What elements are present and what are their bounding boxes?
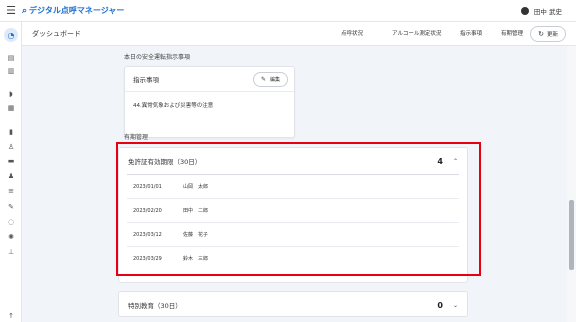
instructions-card-title: 指示事項 bbox=[133, 76, 159, 84]
pencil-icon: ✎ bbox=[260, 76, 266, 83]
report-icon[interactable]: ▥ bbox=[7, 67, 15, 75]
chat-icon[interactable]: ◌ bbox=[7, 218, 15, 226]
special-education-count: 0 bbox=[437, 300, 443, 310]
edit-button[interactable]: ✎ 編集 bbox=[252, 72, 288, 87]
instructions-section-title: 本日の安全運転指示事項 bbox=[124, 54, 191, 61]
page-title: ダッシュボード bbox=[32, 29, 81, 38]
scrollbar[interactable] bbox=[567, 46, 576, 322]
top-bar: ☰ ⌕ デジタル点呼マネージャー 田中 武史 bbox=[0, 0, 576, 22]
sidebar: ◔ ▤ ▥ ◗ ▦ ▮ ♙ ▬ ♟ ≡ ✎ ◌ ✺ ⊥ ↑ bbox=[0, 22, 22, 322]
nav-alcohol-status[interactable]: アルコール測定状況 bbox=[392, 29, 441, 37]
period-section-title: 有期管理 bbox=[124, 134, 149, 141]
refresh-label: 更新 bbox=[546, 32, 558, 38]
brand-logo[interactable]: ⌕ デジタル点呼マネージャー bbox=[22, 5, 124, 16]
vehicle-icon[interactable]: ▬ bbox=[7, 157, 15, 165]
special-education-title: 特別教育（30日） bbox=[128, 302, 182, 310]
dashboard-icon[interactable]: ◔ bbox=[4, 28, 18, 42]
user-menu[interactable]: 田中 武史 bbox=[520, 6, 562, 16]
user-name: 田中 武史 bbox=[533, 8, 562, 16]
chevron-down-icon[interactable]: ⌄ bbox=[453, 302, 458, 309]
instructions-card: 指示事項 ✎ 編集 44.異常気象および災害等の注意 bbox=[124, 66, 295, 138]
refresh-icon: ↻ bbox=[538, 30, 544, 38]
page-header: ダッシュボード 点呼状況 アルコール測定状況 指示事項 有期管理 ↻ 更新 bbox=[22, 22, 576, 46]
instructions-card-header: 指示事項 ✎ 編集 bbox=[125, 67, 294, 92]
highlight-box bbox=[116, 142, 481, 276]
clipboard-icon[interactable]: ▦ bbox=[7, 104, 15, 112]
document-icon[interactable]: ▤ bbox=[7, 54, 15, 62]
search-icon: ⌕ bbox=[22, 5, 28, 16]
nav-rollcall-status[interactable]: 点呼状況 bbox=[341, 29, 363, 37]
list-icon[interactable]: ≡ bbox=[7, 187, 15, 195]
alcohol-check-icon[interactable]: ◗ bbox=[7, 90, 15, 98]
person-icon[interactable]: ♙ bbox=[7, 143, 15, 151]
nav-period-management[interactable]: 有期管理 bbox=[501, 29, 523, 37]
scrollbar-thumb[interactable] bbox=[569, 200, 574, 270]
refresh-button[interactable]: ↻ 更新 bbox=[530, 26, 566, 42]
wrench-icon[interactable]: ✎ bbox=[7, 203, 15, 211]
edit-label: 編集 bbox=[269, 77, 280, 83]
settings-icon[interactable]: ✺ bbox=[7, 233, 15, 241]
hierarchy-icon[interactable]: ⊥ bbox=[7, 248, 15, 256]
user-icon bbox=[520, 7, 529, 15]
scroll-up-icon[interactable]: ↑ bbox=[7, 312, 15, 320]
instruction-item: 44.異常気象および災害等の注意 bbox=[133, 103, 214, 109]
nav-instructions[interactable]: 指示事項 bbox=[460, 29, 482, 37]
brand-name: デジタル点呼マネージャー bbox=[29, 6, 125, 15]
building-icon[interactable]: ▮ bbox=[7, 128, 15, 136]
people-icon[interactable]: ♟ bbox=[7, 172, 15, 180]
special-education-panel: 特別教育（30日） 0 ⌄ bbox=[118, 291, 468, 317]
special-education-header[interactable]: 特別教育（30日） 0 ⌄ bbox=[119, 292, 467, 318]
menu-icon[interactable]: ☰ bbox=[0, 0, 22, 22]
